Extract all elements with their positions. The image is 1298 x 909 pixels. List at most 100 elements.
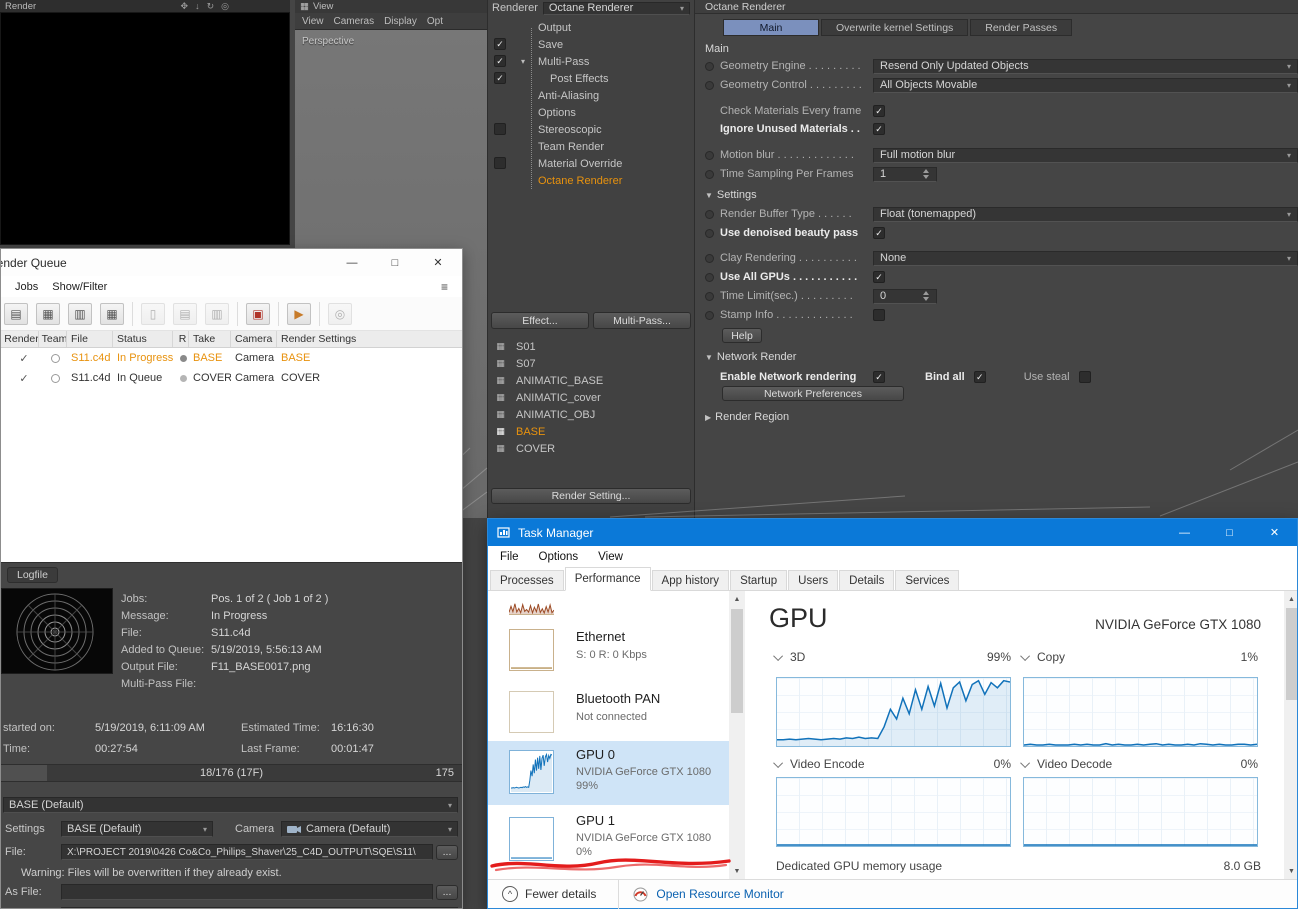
anim-dot-icon[interactable]	[705, 80, 714, 90]
render-table-icon[interactable]: ▦	[100, 302, 124, 325]
help-button[interactable]: Help	[722, 328, 762, 343]
take-dropdown[interactable]: BASE (Default) ▾	[3, 797, 458, 813]
network-preferences-button[interactable]: Network Preferences	[722, 386, 904, 401]
menu-show-filter[interactable]: Show/Filter	[52, 281, 107, 293]
tree-item-team-render[interactable]: Team Render	[488, 138, 694, 155]
open-picture-viewer-icon[interactable]: ▶	[287, 302, 311, 325]
render-setting-button[interactable]: Render Setting...	[491, 488, 691, 504]
minimize-button[interactable]: —	[332, 249, 372, 276]
scroll-up-icon[interactable]: ▲	[1284, 591, 1297, 607]
main-scrollbar[interactable]: ▲ ▼	[1284, 591, 1297, 879]
as-file-input[interactable]	[61, 884, 433, 900]
menu-options[interactable]: Opt	[427, 16, 443, 27]
tab-processes[interactable]: Processes	[490, 570, 564, 590]
tab-overwrite-kernel-settings[interactable]: Overwrite kernel Settings	[821, 19, 969, 36]
menu-cameras[interactable]: Cameras	[334, 16, 375, 27]
take-item-cover[interactable]: ▦ COVER	[488, 440, 694, 457]
browse-as-file-button[interactable]: ...	[436, 884, 458, 900]
tab-details[interactable]: Details	[839, 570, 895, 590]
multipass-button[interactable]: Multi-Pass...	[593, 312, 691, 329]
sidebar-scrollbar[interactable]: ▲ ▼	[729, 591, 745, 879]
export-table-icon[interactable]: ▥	[205, 302, 229, 325]
menu-view[interactable]: View	[302, 16, 324, 27]
tree-item-post-effects[interactable]: ✓ Post Effects	[488, 70, 694, 87]
menu-jobs[interactable]: Jobs	[15, 281, 38, 293]
motion-blur-dropdown[interactable]: Full motion blur ▾	[873, 147, 1298, 163]
tab-performance[interactable]: Performance	[564, 567, 651, 591]
scroll-down-icon[interactable]: ▼	[729, 863, 745, 879]
take-item-animatic-base[interactable]: ▦ ANIMATIC_BASE	[488, 372, 694, 389]
anim-dot-icon[interactable]	[705, 209, 714, 219]
scrollbar-thumb[interactable]	[731, 609, 743, 713]
chart-head-video-encode[interactable]: Video Encode 0%	[773, 756, 1011, 772]
time-sampling-input[interactable]: 1	[873, 166, 937, 182]
render-checkbox[interactable]: ✓	[15, 352, 28, 365]
add-job-icon[interactable]: ▤	[4, 302, 28, 325]
scrollbar-thumb[interactable]	[1286, 608, 1297, 700]
menu-file[interactable]: File	[500, 551, 519, 563]
all-gpus-checkbox[interactable]: ✓	[873, 271, 885, 283]
multipass-checkbox[interactable]: ✓	[494, 55, 506, 67]
check-materials-checkbox[interactable]: ✓	[873, 105, 885, 117]
team-toggle[interactable]	[50, 353, 60, 363]
section-settings[interactable]: ▼ Settings	[705, 188, 757, 202]
spinner-arrows[interactable]	[923, 169, 930, 179]
tree-item-anti-aliasing[interactable]: Anti-Aliasing	[488, 87, 694, 104]
tree-item-output[interactable]: Output	[488, 19, 694, 36]
maximize-button[interactable]: □	[375, 249, 415, 276]
load-image-icon[interactable]: ▦	[36, 302, 60, 325]
enable-network-checkbox[interactable]: ✓	[873, 371, 885, 383]
spinner-arrows[interactable]	[923, 291, 930, 301]
tree-item-stereoscopic[interactable]: Stereoscopic	[488, 121, 694, 138]
anim-dot-icon[interactable]	[705, 169, 714, 179]
post-effects-checkbox[interactable]: ✓	[494, 72, 506, 84]
task-manager-titlebar[interactable]: Task Manager — □ ✕	[488, 519, 1297, 546]
take-item-base[interactable]: ▦ BASE	[488, 423, 694, 440]
logfile-tab[interactable]: Logfile	[7, 567, 58, 583]
tab-app-history[interactable]: App history	[651, 570, 730, 590]
stop-render-icon[interactable]: ▣	[246, 302, 270, 325]
section-network-render[interactable]: ▼ Network Render	[705, 350, 796, 364]
team-toggle[interactable]	[50, 373, 60, 383]
expander-icon[interactable]: ▾	[521, 57, 525, 66]
take-item-animatic-obj[interactable]: ▦ ANIMATIC_OBJ	[488, 406, 694, 423]
denoised-checkbox[interactable]: ✓	[873, 227, 885, 239]
chart-head-video-decode[interactable]: Video Decode 0%	[1020, 756, 1258, 772]
take-item-animatic-cover[interactable]: ▦ ANIMATIC_cover	[488, 389, 694, 406]
queue-row-1[interactable]: ✓ S11.c4d In Progress BASE Camera BASE	[1, 348, 462, 368]
queue-row-2[interactable]: ✓ S11.c4d In Queue COVER Camera COVER	[1, 368, 462, 388]
browse-file-button[interactable]: ...	[436, 844, 458, 860]
dropdown-icon[interactable]: ↓	[195, 1, 200, 12]
tab-render-passes[interactable]: Render Passes	[970, 19, 1073, 36]
start-render-all-icon[interactable]: ▥	[68, 302, 92, 325]
stamp-info-checkbox[interactable]	[873, 309, 885, 321]
render-queue-titlebar[interactable]: Render Queue — □ ✕	[1, 249, 462, 276]
stereoscopic-checkbox[interactable]	[494, 123, 506, 135]
menu-display[interactable]: Display	[384, 16, 417, 27]
scroll-up-icon[interactable]: ▲	[729, 591, 745, 607]
tab-users[interactable]: Users	[788, 570, 839, 590]
effect-button[interactable]: Effect...	[491, 312, 589, 329]
use-steal-checkbox[interactable]	[1078, 371, 1091, 383]
time-limit-input[interactable]: 0	[873, 288, 937, 304]
material-override-checkbox[interactable]	[494, 157, 506, 169]
geometry-engine-dropdown[interactable]: Resend Only Updated Objects ▾	[873, 58, 1298, 74]
tree-item-multipass[interactable]: ✓ ▾ Multi-Pass	[488, 53, 694, 70]
anim-dot-icon[interactable]	[705, 310, 714, 320]
minimize-button[interactable]: —	[1162, 519, 1207, 546]
menu-view[interactable]: View	[598, 551, 623, 563]
anim-dot-icon[interactable]	[705, 253, 714, 263]
open-resource-monitor-link[interactable]: Open Resource Monitor	[656, 887, 783, 901]
pan-icon[interactable]: ✥	[181, 1, 189, 12]
geometry-control-dropdown[interactable]: All Objects Movable ▾	[873, 77, 1298, 93]
take-item-s07[interactable]: ▦ S07	[488, 355, 694, 372]
tab-startup[interactable]: Startup	[730, 570, 788, 590]
rotate-icon[interactable]: ↻	[207, 1, 215, 12]
clay-dropdown[interactable]: None ▾	[873, 250, 1298, 266]
hamburger-icon[interactable]: ≡	[441, 280, 448, 294]
fewer-details-label[interactable]: Fewer details	[525, 887, 596, 901]
fewer-details-icon[interactable]: ^	[502, 886, 518, 902]
search-icon[interactable]: ◎	[328, 302, 352, 325]
menu-options[interactable]: Options	[539, 551, 579, 563]
anim-dot-icon[interactable]	[705, 272, 714, 282]
